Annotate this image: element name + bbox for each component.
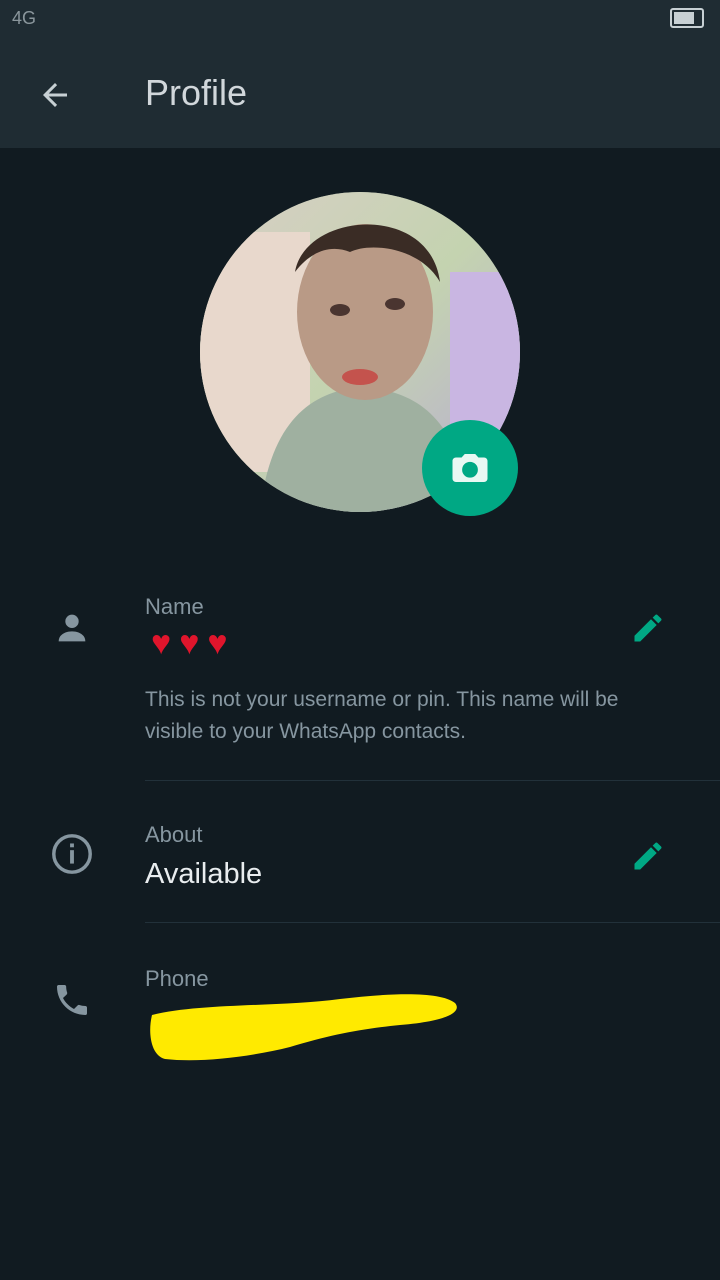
network-indicator: 4G	[12, 8, 37, 28]
edit-about-button[interactable]	[620, 828, 676, 884]
name-hint: This is not your username or pin. This n…	[145, 688, 619, 743]
divider	[145, 922, 720, 923]
app-bar: Profile	[0, 40, 720, 148]
arrow-left-icon	[43, 83, 67, 107]
status-bar: 4G	[0, 0, 720, 40]
name-label: Name	[145, 594, 204, 619]
heart-icon: ♥	[151, 624, 172, 662]
about-label: About	[145, 822, 203, 847]
status-right-group	[660, 8, 704, 28]
phone-icon	[42, 970, 102, 1030]
heart-icon: ♥	[207, 624, 228, 662]
name-value: ♥ ♥ ♥	[145, 624, 228, 663]
page-title: Profile	[145, 72, 248, 113]
battery-icon	[670, 8, 704, 28]
name-row[interactable]: Name ♥ ♥ ♥ This is not your username or …	[0, 590, 720, 780]
profile-photo-area	[200, 192, 520, 516]
back-button[interactable]	[28, 68, 82, 122]
change-photo-button[interactable]	[422, 420, 518, 516]
heart-emojis: ♥ ♥ ♥	[151, 624, 228, 663]
pencil-icon	[634, 614, 662, 642]
heart-icon: ♥	[179, 624, 200, 662]
about-row[interactable]: About Available	[0, 820, 720, 920]
redaction-mark	[150, 994, 457, 1061]
pencil-icon	[634, 842, 662, 870]
person-icon	[42, 598, 102, 658]
camera-icon	[452, 454, 488, 482]
about-value: Available	[145, 858, 263, 890]
info-icon	[42, 824, 102, 884]
edit-name-button[interactable]	[620, 600, 676, 656]
divider	[145, 780, 720, 781]
